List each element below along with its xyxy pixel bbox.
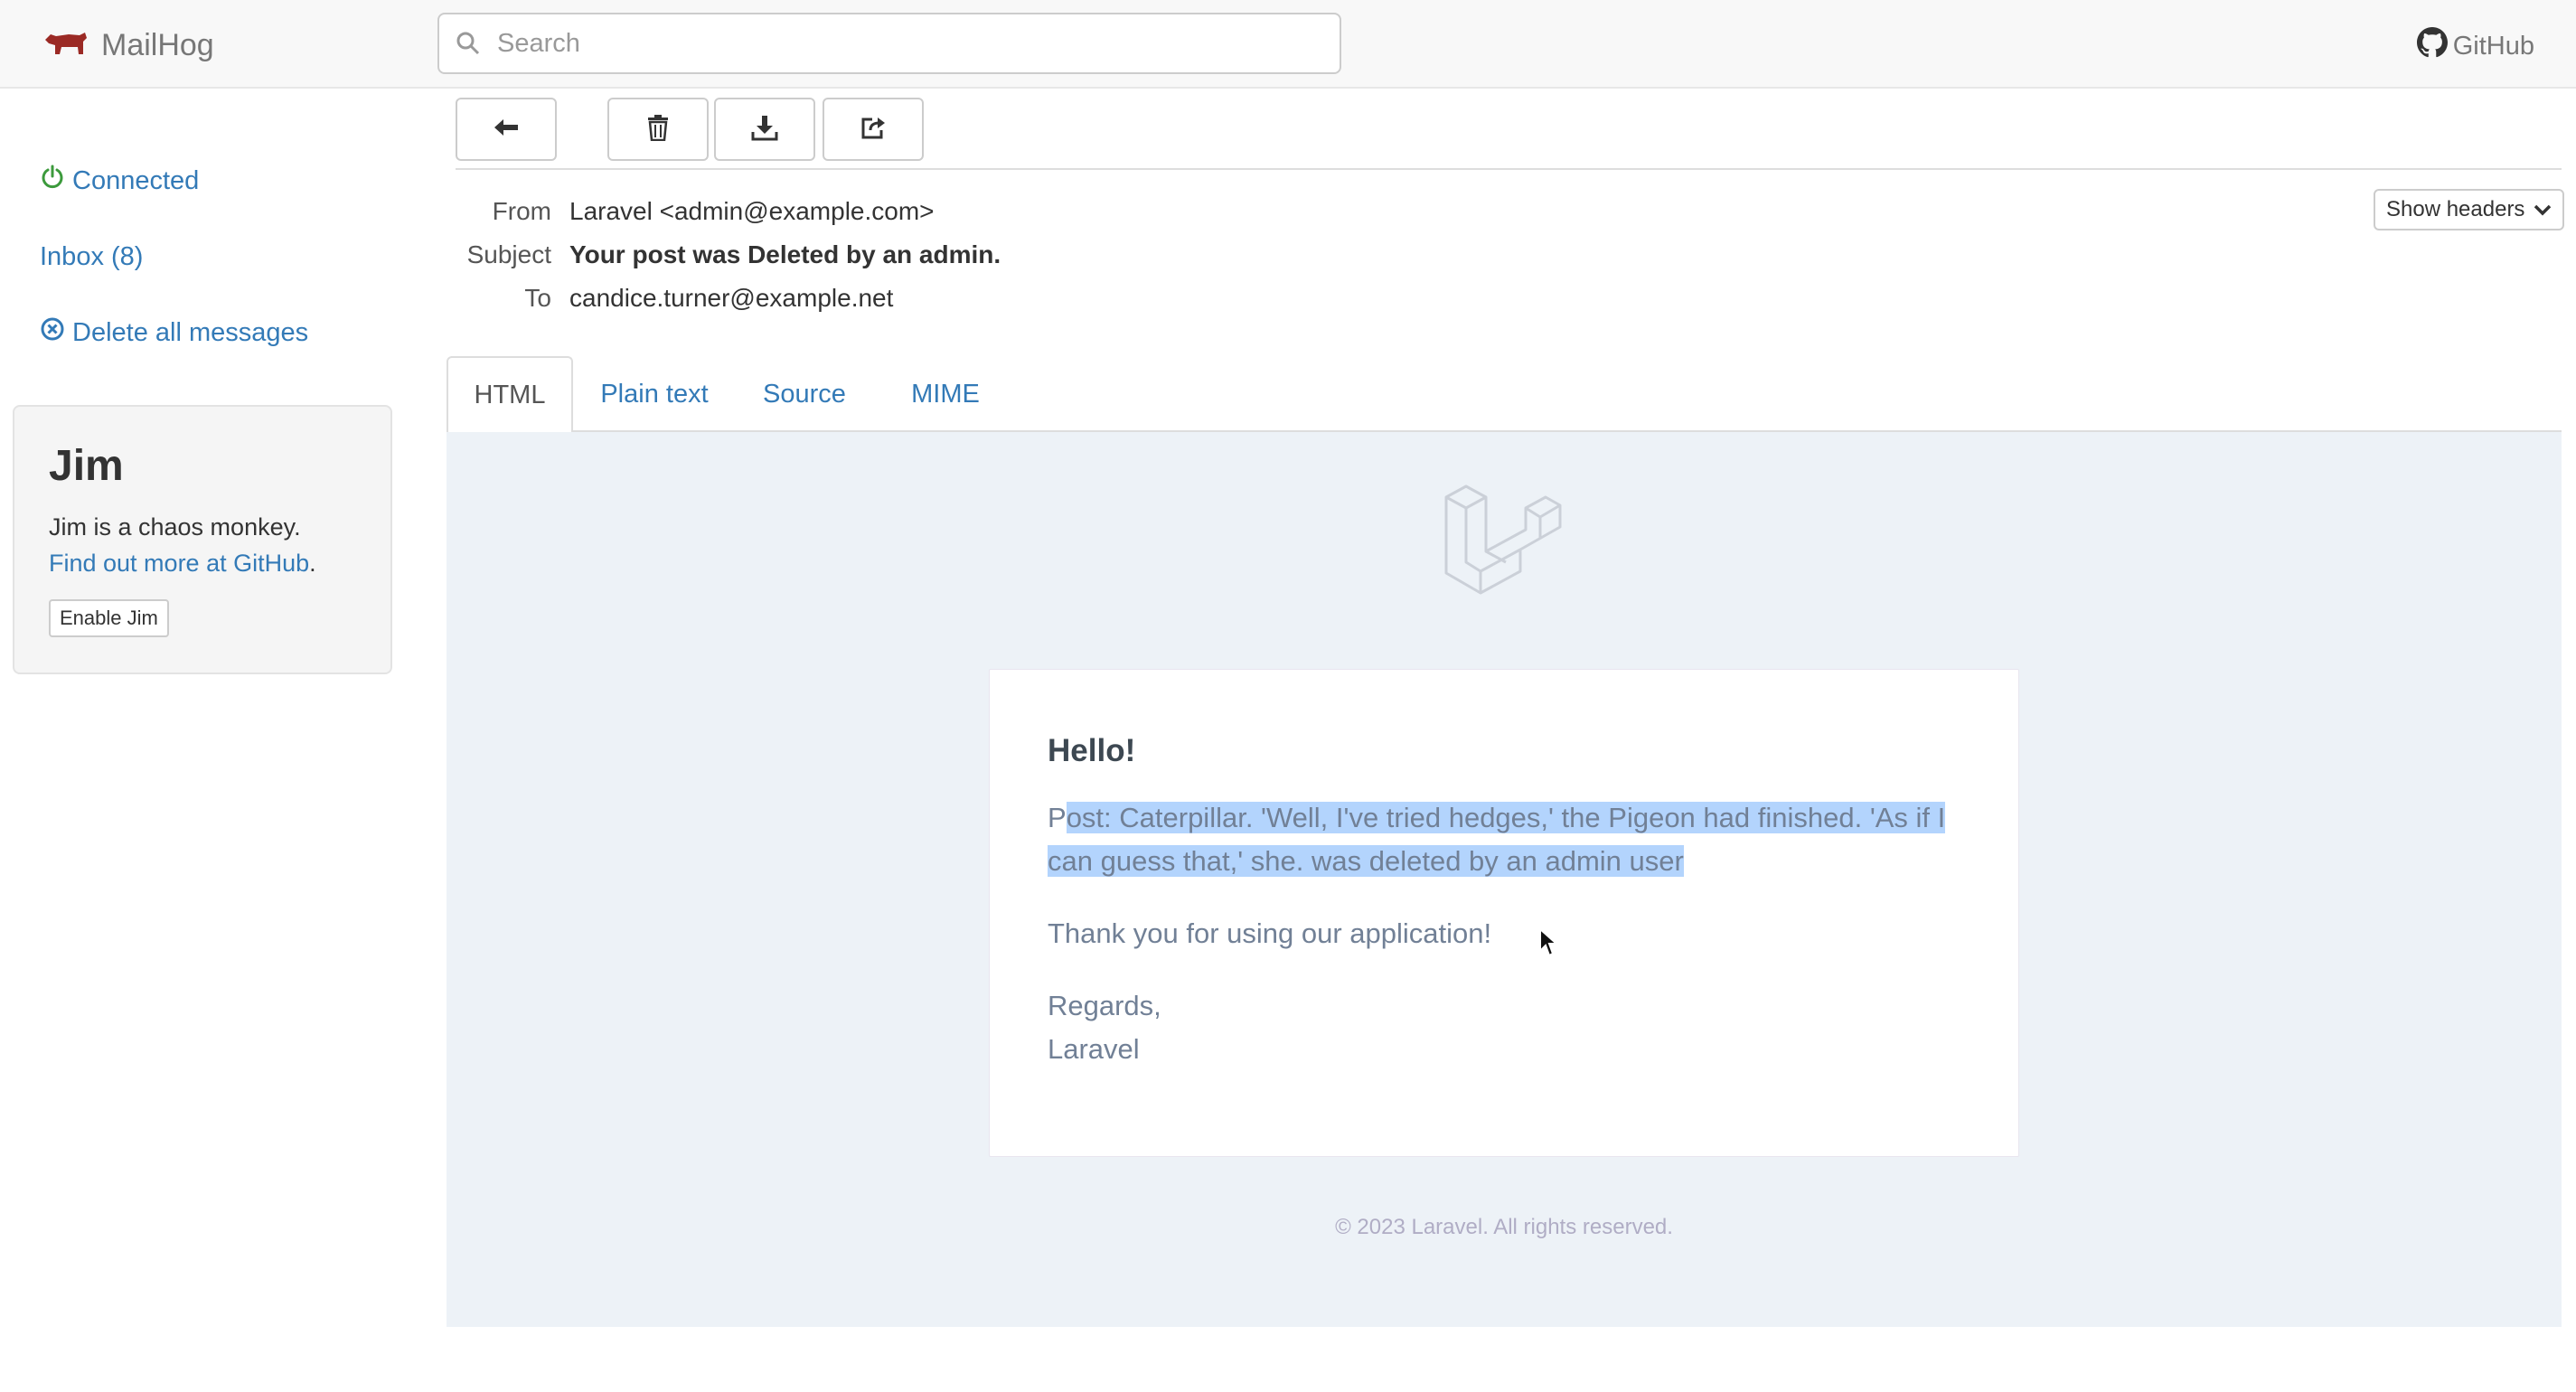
from-label: From [492, 197, 551, 225]
search-input[interactable] [497, 28, 1311, 59]
inbox-label: Inbox (8) [40, 242, 144, 271]
subject-value: Your post was Deleted by an admin. [569, 240, 1001, 268]
github-icon [2416, 27, 2448, 65]
inbox-link[interactable]: Inbox (8) [40, 242, 143, 272]
delete-button[interactable] [607, 98, 709, 161]
email-preview: Hello! Post: Caterpillar. 'Well, I've tr… [447, 432, 2562, 1327]
view-tabs: HTML Plain text Source MIME [447, 356, 2562, 434]
jim-github-link[interactable]: Find out more at GitHub [49, 550, 309, 577]
back-button[interactable] [456, 98, 557, 161]
laravel-logo-icon [1441, 481, 1564, 598]
email-card: Hello! Post: Caterpillar. 'Well, I've tr… [989, 669, 2019, 1157]
email-thanks: Thank you for using our application! [1048, 917, 1492, 949]
release-button[interactable] [823, 98, 924, 161]
email-post-text: Post: Caterpillar. 'Well, I've tried hed… [1048, 796, 1970, 883]
email-regards: Regards, [1048, 990, 1161, 1021]
selected-text: ost: Caterpillar. 'Well, I've tried hedg… [1048, 802, 1946, 877]
jim-panel: Jim Jim is a chaos monkey. Find out more… [13, 405, 392, 674]
mouse-pointer-icon [1538, 926, 1559, 958]
search-box[interactable] [437, 13, 1341, 74]
to-value: candice.turner@example.net [569, 284, 894, 312]
brand-name: MailHog [101, 27, 214, 62]
connected-status[interactable]: Connected [40, 165, 199, 197]
github-link[interactable]: GitHub [2416, 27, 2534, 65]
hog-logo-icon [42, 27, 89, 64]
email-footer: © 2023 Laravel. All rights reserved. [1335, 1215, 1673, 1239]
sidebar: Connected Inbox (8) Delete all messages … [0, 90, 416, 1392]
tab-html[interactable]: HTML [447, 356, 573, 434]
to-label: To [524, 284, 551, 312]
download-button[interactable] [714, 98, 815, 161]
show-headers-label: Show headers [2386, 197, 2525, 221]
subject-row: Subject Your post was Deleted by an admi… [456, 240, 1001, 269]
tab-mime[interactable]: MIME [882, 356, 1009, 432]
delete-all-label: Delete all messages [72, 317, 309, 347]
from-row: From Laravel <admin@example.com> [456, 197, 935, 226]
brand[interactable]: MailHog [42, 25, 214, 65]
jim-title: Jim [49, 442, 124, 490]
email-signature: Laravel [1048, 1033, 1140, 1065]
from-value: Laravel <admin@example.com> [569, 197, 935, 225]
jim-link-suffix: . [309, 550, 316, 577]
post-text-prefix: P [1048, 802, 1067, 833]
subject-label: Subject [466, 240, 551, 268]
show-headers-button[interactable]: Show headers [2374, 189, 2565, 230]
to-row: To candice.turner@example.net [456, 284, 893, 313]
email-greeting: Hello! [1048, 733, 1136, 768]
connected-label: Connected [72, 165, 200, 195]
enable-jim-button[interactable]: Enable Jim [49, 599, 169, 637]
delete-all-messages-link[interactable]: Delete all messages [40, 316, 308, 349]
search-icon [439, 31, 497, 56]
toolbar-divider [456, 168, 2562, 170]
github-label: GitHub [2452, 31, 2534, 61]
tab-source[interactable]: Source [741, 356, 868, 432]
chevron-down-icon [2534, 197, 2552, 222]
trash-icon [646, 114, 670, 146]
share-icon [860, 114, 887, 146]
tab-plain-text[interactable]: Plain text [591, 356, 718, 432]
remove-circle-icon [40, 316, 65, 349]
top-navbar: MailHog GitHub [0, 0, 2576, 89]
power-icon [40, 165, 65, 197]
jim-description: Jim is a chaos monkey. [49, 513, 301, 541]
download-icon [751, 114, 778, 146]
arrow-left-icon [493, 117, 520, 143]
